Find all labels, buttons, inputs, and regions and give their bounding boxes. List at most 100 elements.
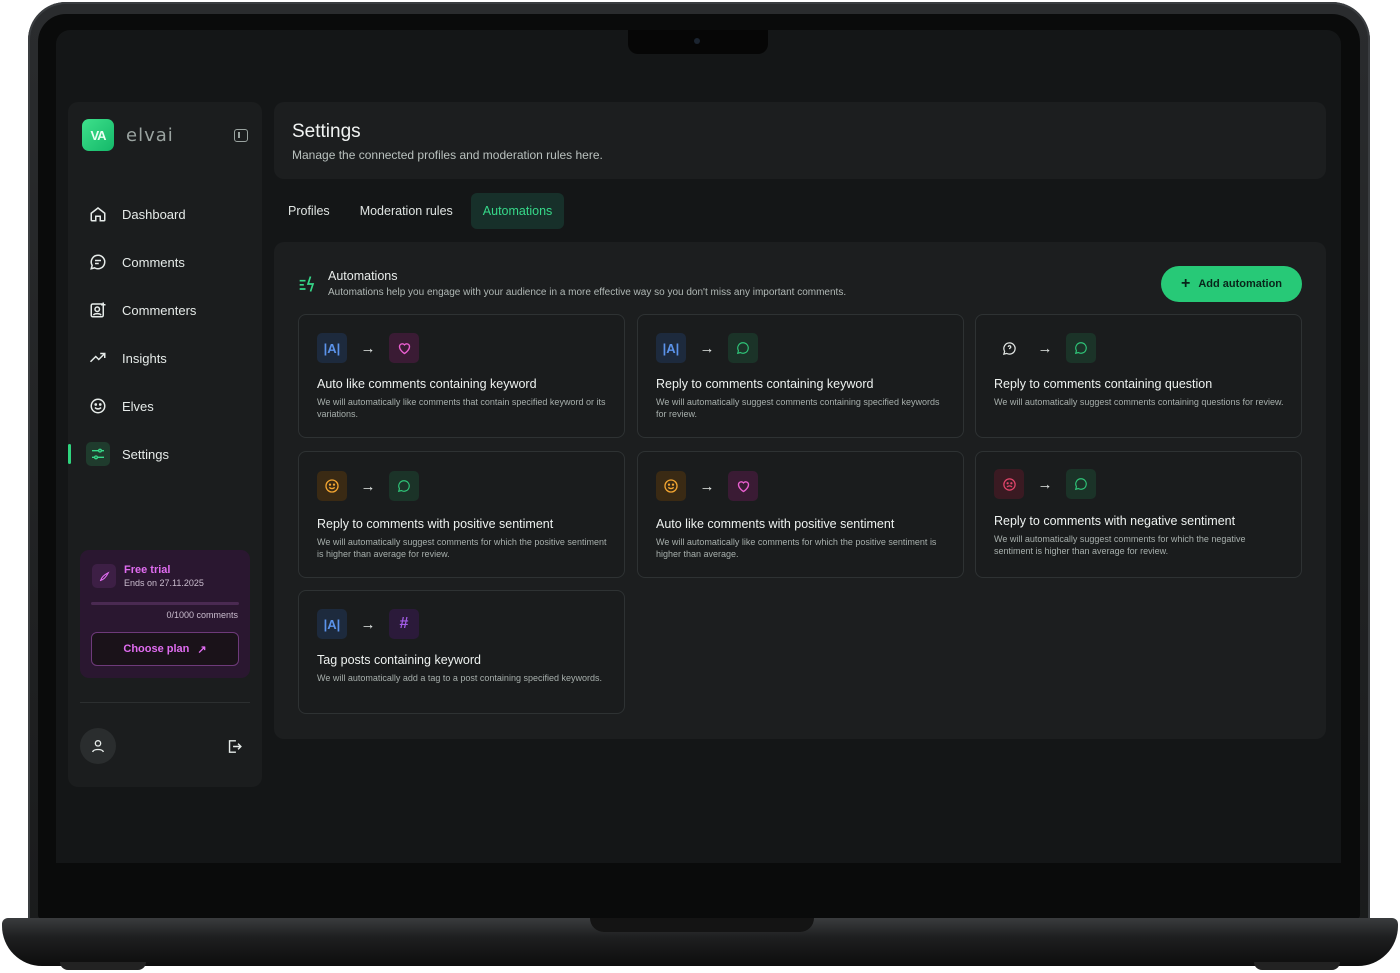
keyword-icon: |A| bbox=[317, 333, 347, 363]
laptop-base-notch bbox=[590, 918, 814, 932]
app-name: elvai bbox=[126, 124, 174, 146]
reply-icon bbox=[1066, 333, 1096, 363]
sidebar-item-dashboard[interactable]: Dashboard bbox=[68, 190, 262, 238]
automation-card[interactable]: |A| → Auto like comments containing keyw… bbox=[298, 314, 625, 438]
happy-face-icon bbox=[317, 471, 347, 501]
card-title: Auto like comments with positive sentime… bbox=[656, 517, 895, 531]
automation-card[interactable]: → Auto like comments with positive senti… bbox=[637, 451, 964, 578]
avatar[interactable] bbox=[80, 728, 116, 764]
card-description: We will automatically suggest comments f… bbox=[994, 534, 1246, 556]
sidebar-item-label: Comments bbox=[122, 254, 185, 270]
sidebar-item-label: Elves bbox=[122, 398, 154, 414]
card-title: Tag posts containing keyword bbox=[317, 653, 481, 667]
sidebar-item-comments[interactable]: Comments bbox=[68, 238, 262, 286]
sidebar-item-elves[interactable]: Elves bbox=[68, 382, 262, 430]
home-icon bbox=[88, 204, 108, 224]
comment-icon bbox=[88, 252, 108, 272]
panel-subtitle: Automations help you engage with your au… bbox=[328, 287, 847, 298]
question-icon bbox=[994, 333, 1024, 363]
add-automation-button[interactable]: + Add automation bbox=[1161, 266, 1302, 302]
card-description: We will automatically suggest comments f… bbox=[317, 537, 607, 559]
lightning-list-icon bbox=[298, 274, 318, 294]
arrow-right-icon: → bbox=[1037, 339, 1053, 357]
arrow-right-icon: → bbox=[1037, 475, 1053, 493]
page-title: Settings bbox=[292, 121, 361, 142]
automation-card[interactable]: → Reply to comments with positive sentim… bbox=[298, 451, 625, 578]
sliders-icon bbox=[86, 442, 110, 466]
card-description: We will automatically like comments that… bbox=[317, 397, 606, 419]
card-flow: |A| → # bbox=[317, 609, 419, 639]
arrow-right-icon: → bbox=[360, 339, 376, 357]
card-flow: → bbox=[994, 469, 1096, 499]
card-flow: → bbox=[656, 471, 758, 501]
tab-moderation-rules[interactable]: Moderation rules bbox=[348, 193, 465, 229]
laptop-foot bbox=[1254, 962, 1340, 970]
sidebar-nav: Dashboard Comments Commenters Insights E… bbox=[68, 190, 262, 478]
sidebar-item-insights[interactable]: Insights bbox=[68, 334, 262, 382]
card-title: Reply to comments with positive sentimen… bbox=[317, 517, 554, 531]
sidebar-divider bbox=[80, 702, 250, 703]
sidebar-item-commenters[interactable]: Commenters bbox=[68, 286, 262, 334]
card-flow: → bbox=[317, 471, 419, 501]
logout-icon[interactable] bbox=[224, 736, 244, 756]
card-description: We will automatically suggest comments c… bbox=[994, 397, 1284, 407]
card-description: We will automatically suggest comments c… bbox=[656, 397, 940, 419]
logo-row: VA elvai bbox=[82, 118, 248, 152]
reply-icon bbox=[1066, 469, 1096, 499]
card-title: Reply to comments with negative sentimen… bbox=[994, 514, 1236, 528]
arrow-right-icon: → bbox=[699, 477, 715, 495]
sidebar-collapse-icon[interactable] bbox=[234, 128, 248, 142]
screen: VA elvai Dashboard Comments Commenters I… bbox=[56, 30, 1341, 863]
card-title: Reply to comments containing keyword bbox=[656, 377, 874, 391]
tab-automations[interactable]: Automations bbox=[470, 193, 565, 229]
sidebar: VA elvai Dashboard Comments Commenters I… bbox=[68, 102, 262, 787]
keyword-icon: |A| bbox=[656, 333, 686, 363]
arrow-right-icon: → bbox=[360, 477, 376, 495]
choose-plan-button[interactable]: Choose plan ↗ bbox=[91, 632, 239, 666]
arrow-right-icon: → bbox=[360, 615, 376, 633]
smiley-icon bbox=[88, 396, 108, 416]
reply-icon bbox=[389, 471, 419, 501]
tab-profiles[interactable]: Profiles bbox=[276, 193, 342, 229]
card-flow: |A| → bbox=[317, 333, 419, 363]
sidebar-item-label: Dashboard bbox=[122, 206, 186, 222]
automation-card[interactable]: → Reply to comments with negative sentim… bbox=[975, 451, 1302, 578]
page-header: Settings Manage the connected profiles a… bbox=[274, 102, 1326, 179]
reply-icon bbox=[728, 333, 758, 363]
add-automation-label: Add automation bbox=[1198, 278, 1283, 290]
settings-tabs: Profiles Moderation rules Automations bbox=[276, 193, 570, 229]
sidebar-item-settings[interactable]: Settings bbox=[68, 430, 262, 478]
hashtag-icon: # bbox=[389, 609, 419, 639]
laptop-foot bbox=[60, 962, 146, 970]
card-description: We will automatically like comments for … bbox=[656, 537, 937, 559]
trial-title: Free trial bbox=[124, 564, 171, 576]
heart-icon bbox=[728, 471, 758, 501]
trial-end-date: Ends on 27.11.2025 bbox=[124, 578, 204, 588]
choose-plan-label: Choose plan bbox=[123, 643, 190, 655]
camera-icon bbox=[694, 38, 700, 44]
automation-card[interactable]: → Reply to comments containing question … bbox=[975, 314, 1302, 438]
user-icon bbox=[92, 740, 104, 753]
panel-title: Automations bbox=[328, 269, 398, 283]
trial-card: Free trial Ends on 27.11.2025 0/1000 com… bbox=[80, 550, 250, 678]
page-subtitle: Manage the connected profiles and modera… bbox=[292, 148, 603, 162]
automation-card[interactable]: |A| → Reply to comments containing keywo… bbox=[637, 314, 964, 438]
arrow-up-right-icon: ↗ bbox=[197, 643, 207, 656]
trial-comment-count: 0/1000 comments bbox=[166, 610, 238, 620]
automations-panel: Automations Automations help you engage … bbox=[274, 242, 1326, 739]
trend-up-icon bbox=[88, 348, 108, 368]
trial-progress-bar bbox=[91, 602, 239, 605]
card-description: We will automatically add a tag to a pos… bbox=[317, 673, 602, 683]
logo-icon: VA bbox=[82, 119, 114, 151]
sidebar-item-label: Insights bbox=[122, 350, 167, 366]
camera-notch bbox=[628, 30, 768, 54]
card-flow: |A| → bbox=[656, 333, 758, 363]
sidebar-item-label: Commenters bbox=[122, 302, 197, 318]
user-add-icon bbox=[88, 300, 108, 320]
card-title: Reply to comments containing question bbox=[994, 377, 1213, 391]
heart-icon bbox=[389, 333, 419, 363]
arrow-right-icon: → bbox=[699, 339, 715, 357]
happy-face-icon bbox=[656, 471, 686, 501]
automation-card[interactable]: |A| → # Tag posts containing keyword We … bbox=[298, 590, 625, 714]
card-title: Auto like comments containing keyword bbox=[317, 377, 537, 391]
